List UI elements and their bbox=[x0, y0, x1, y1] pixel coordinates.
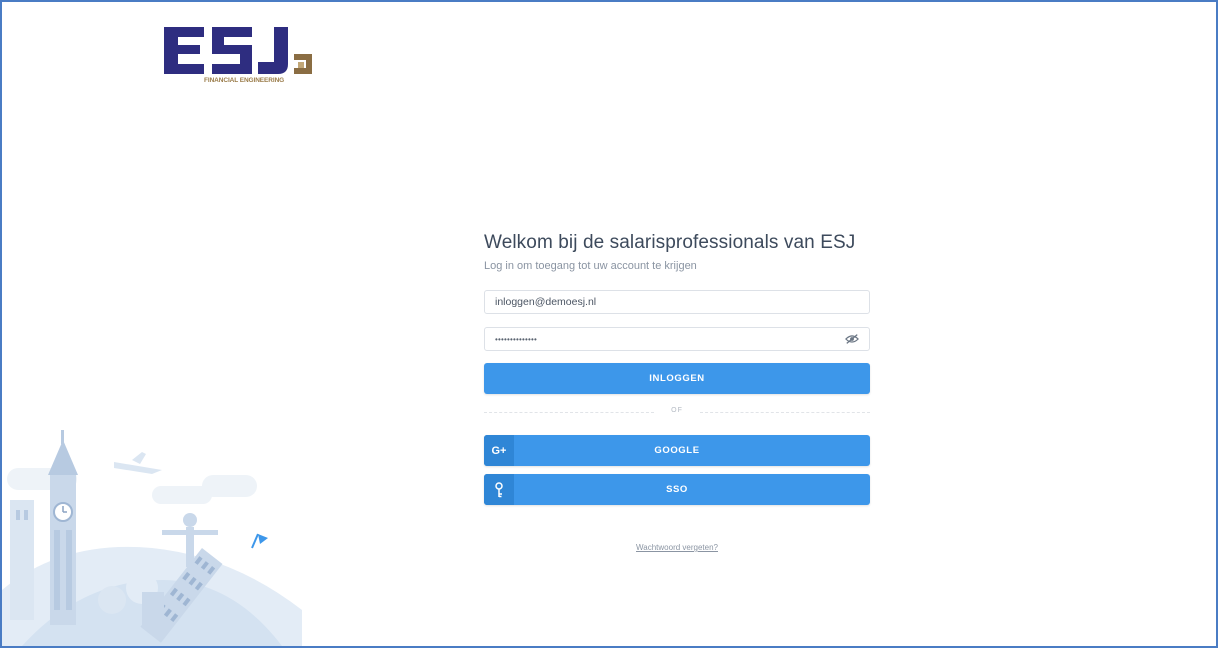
password-field[interactable]: •••••••••••••• bbox=[484, 327, 870, 351]
email-input[interactable] bbox=[495, 296, 859, 308]
login-panel: Welkom bij de salarisprofessionals van E… bbox=[484, 232, 870, 552]
forgot-password-link[interactable]: Wachtwoord vergeten? bbox=[484, 543, 870, 552]
key-icon bbox=[484, 474, 514, 505]
eye-slash-icon[interactable] bbox=[845, 333, 859, 345]
page-title: Welkom bij de salarisprofessionals van E… bbox=[484, 232, 856, 253]
esj-logo: FINANCIAL ENGINEERING bbox=[160, 24, 316, 88]
login-button[interactable]: INLOGGEN bbox=[484, 363, 870, 394]
sso-login-button[interactable]: SSO bbox=[484, 474, 870, 505]
travel-illustration bbox=[2, 430, 302, 646]
sso-button-label: SSO bbox=[666, 484, 688, 495]
email-field[interactable] bbox=[484, 290, 870, 314]
password-input[interactable]: •••••••••••••• bbox=[495, 335, 845, 344]
google-plus-icon: G+ bbox=[484, 435, 514, 466]
page-subtitle: Log in om toegang tot uw account te krij… bbox=[484, 260, 697, 272]
google-button-label: GOOGLE bbox=[654, 445, 700, 456]
or-divider: OF bbox=[484, 407, 870, 417]
logo-tagline: FINANCIAL ENGINEERING bbox=[204, 77, 285, 84]
google-login-button[interactable]: G+ GOOGLE bbox=[484, 435, 870, 466]
